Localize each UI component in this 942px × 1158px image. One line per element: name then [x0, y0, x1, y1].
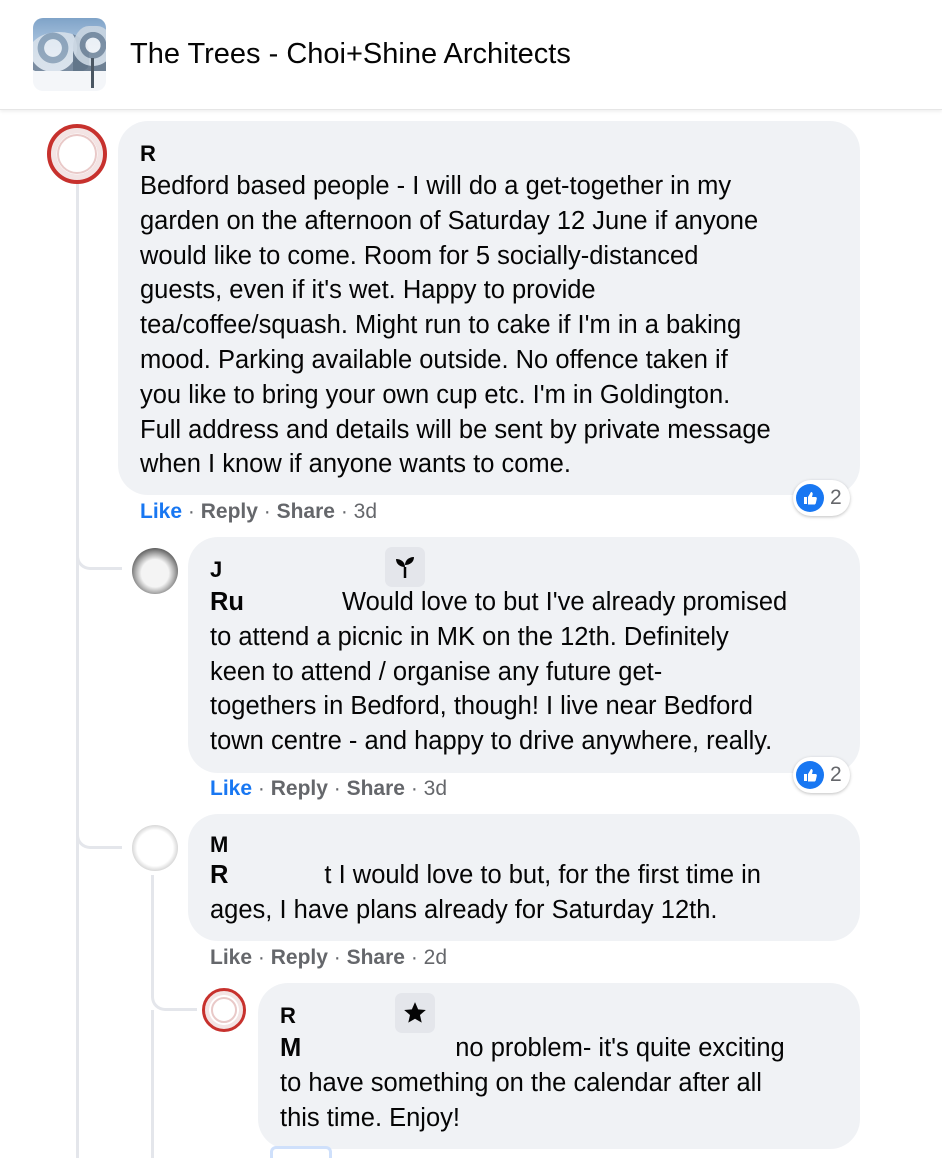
comment-author[interactable]: M — [210, 832, 228, 858]
mention[interactable]: M — [280, 1034, 301, 1062]
reply-button[interactable]: Reply — [201, 500, 258, 523]
comment-bubble: M Rt I would love to but, for the first … — [188, 814, 860, 941]
comment-text: Mno problem- it's quite exciting to have… — [280, 1034, 785, 1132]
avatar[interactable] — [47, 124, 107, 184]
like-button[interactable]: Like — [210, 777, 252, 800]
avatar[interactable] — [132, 825, 178, 871]
thread-line — [76, 182, 79, 572]
avatar[interactable] — [202, 988, 246, 1032]
share-button[interactable]: Share — [277, 500, 335, 523]
thread-line — [151, 875, 154, 985]
avatar[interactable] — [132, 548, 178, 594]
comment-text: Ru Would love to but I've already promise… — [210, 588, 788, 756]
thread-connector — [151, 985, 197, 1011]
comment-bubble: R Mno problem- it's quite exciting to ha… — [258, 983, 860, 1149]
thread-line — [76, 570, 79, 1158]
cutoff-element — [270, 1146, 332, 1158]
comment-actions: Like · Reply · Share · 2d — [210, 946, 448, 969]
comment-bubble: J Ru Would love to but I've already promi… — [188, 537, 860, 773]
reaction-count[interactable]: 2 — [793, 480, 850, 516]
comment-author[interactable]: R — [140, 141, 156, 167]
like-button[interactable]: Like — [140, 500, 182, 523]
comment-actions: Like · Reply · Share · 3d — [210, 777, 448, 800]
share-button[interactable]: Share — [347, 777, 405, 800]
share-button[interactable]: Share — [347, 946, 405, 969]
timestamp[interactable]: 3d — [354, 500, 377, 523]
like-button[interactable]: Like — [210, 946, 252, 969]
timestamp[interactable]: 3d — [424, 777, 447, 800]
reply-button[interactable]: Reply — [271, 946, 328, 969]
reply-button[interactable]: Reply — [271, 777, 328, 800]
thread-line — [151, 1010, 154, 1158]
star-icon — [395, 993, 435, 1033]
group-cover-thumbnail[interactable] — [33, 18, 106, 91]
timestamp[interactable]: 2d — [424, 946, 447, 969]
sprout-icon — [385, 547, 425, 587]
mention[interactable]: R — [210, 861, 228, 889]
redacted-name — [304, 1005, 384, 1019]
mention[interactable]: Ru — [210, 588, 244, 616]
redacted-name — [228, 559, 378, 573]
reaction-count[interactable]: 2 — [793, 757, 850, 793]
like-icon — [796, 484, 824, 512]
comment-text: Bedford based people - I will do a get-t… — [140, 172, 771, 479]
thread-connector — [76, 540, 122, 570]
comment-actions: Like · Reply · Share · 3d — [140, 500, 378, 523]
like-icon — [796, 761, 824, 789]
thread-connector — [76, 815, 122, 849]
redacted-name — [236, 834, 396, 848]
group-title[interactable]: The Trees - Choi+Shine Architects — [130, 38, 571, 71]
comment-text: Rt I would love to but, for the first ti… — [210, 861, 761, 924]
redacted-name — [168, 143, 298, 157]
comment-author[interactable]: R — [280, 1003, 296, 1029]
group-header: The Trees - Choi+Shine Architects — [0, 0, 942, 110]
comment-bubble: R Bedford based people - I will do a get… — [118, 121, 860, 495]
comment-author[interactable]: J — [210, 557, 222, 583]
